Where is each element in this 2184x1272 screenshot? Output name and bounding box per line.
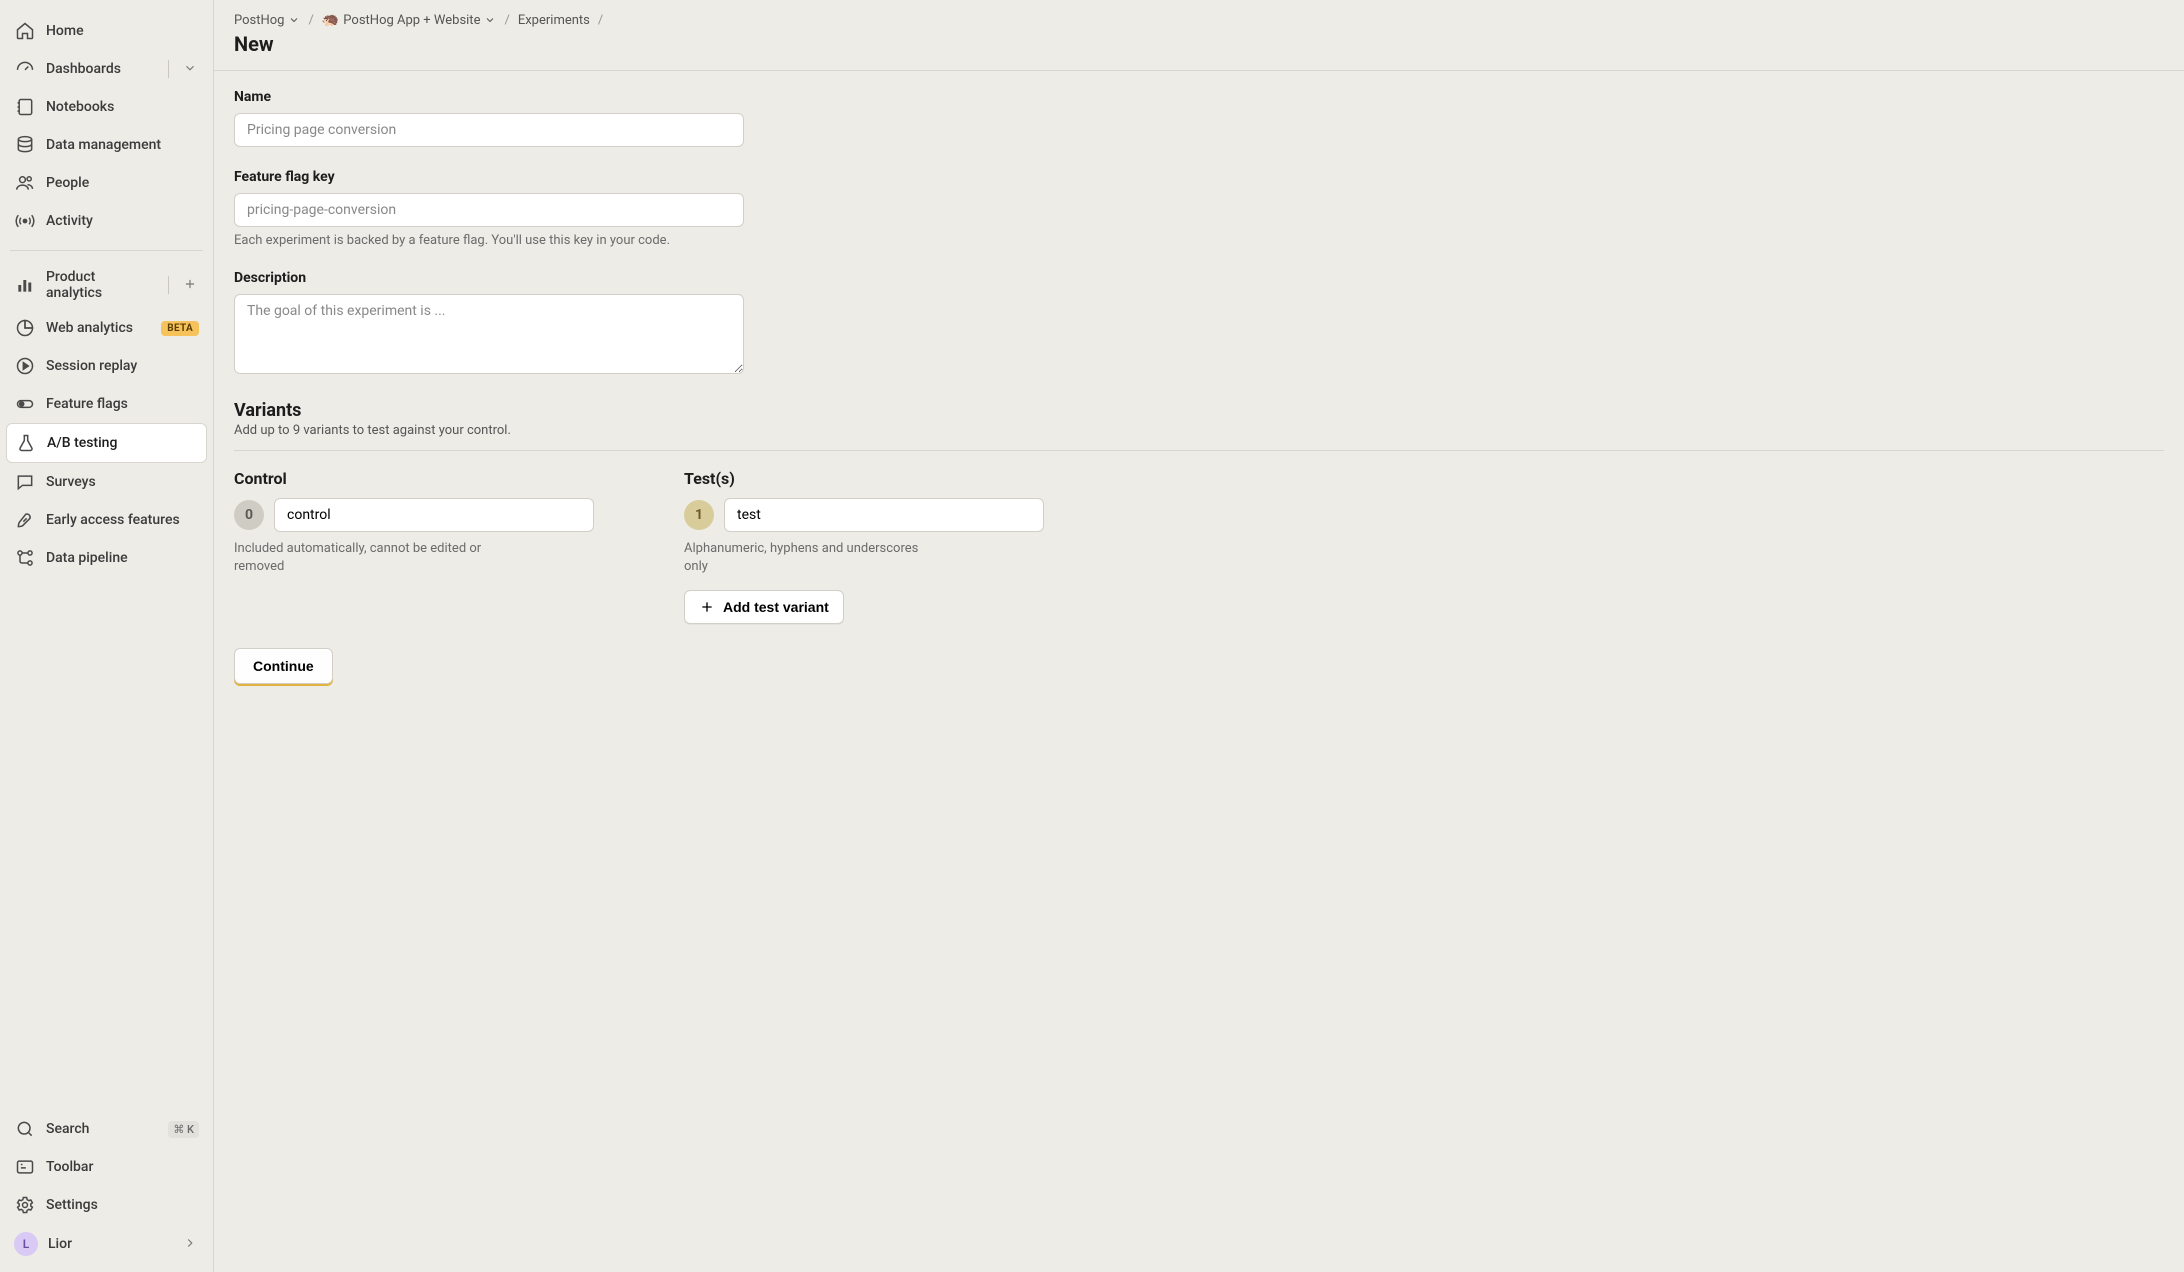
description-input[interactable] (234, 294, 744, 374)
plus-icon[interactable] (183, 277, 199, 293)
flask-icon (15, 432, 37, 454)
sidebar-item-label: Search (46, 1121, 158, 1137)
home-icon (14, 20, 36, 42)
live-icon (14, 210, 36, 232)
content: Name Feature flag key Each experiment is… (214, 71, 2184, 724)
sidebar: Home Dashboards Notebooks Data managemen… (0, 0, 214, 1272)
sidebar-item-feature-flags[interactable]: Feature flags (6, 385, 207, 423)
database-icon (14, 134, 36, 156)
gear-icon (14, 1194, 36, 1216)
pie-chart-icon (14, 317, 36, 339)
sidebar-item-notebooks[interactable]: Notebooks (6, 88, 207, 126)
sidebar-item-label: Notebooks (46, 99, 199, 115)
sidebar-item-early-access[interactable]: Early access features (6, 501, 207, 539)
toggle-icon (14, 393, 36, 415)
feature-flag-key-help: Each experiment is backed by a feature f… (234, 233, 974, 248)
sidebar-item-toolbar[interactable]: Toolbar (6, 1148, 207, 1186)
breadcrumb: PostHog / 🦔 PostHog App + Website / Expe… (234, 12, 2164, 28)
sidebar-item-data-pipeline[interactable]: Data pipeline (6, 539, 207, 577)
toolbar-icon (14, 1156, 36, 1178)
sidebar-item-label: A/B testing (47, 435, 198, 451)
test-badge: 1 (684, 500, 714, 530)
sidebar-item-product-analytics[interactable]: Product analytics (6, 261, 207, 309)
chevron-down-icon[interactable] (183, 61, 199, 77)
sidebar-item-web-analytics[interactable]: Web analytics BETA (6, 309, 207, 347)
bar-chart-icon (14, 274, 36, 296)
sidebar-item-user[interactable]: L Lior (6, 1224, 207, 1264)
sidebar-item-dashboards[interactable]: Dashboards (6, 50, 207, 88)
control-column: Control 0 Included automatically, cannot… (234, 469, 594, 624)
crumb-posthog[interactable]: PostHog (234, 13, 300, 28)
sidebar-item-people[interactable]: People (6, 164, 207, 202)
hedgehog-icon: 🦔 (322, 12, 339, 28)
sidebar-item-label: People (46, 175, 199, 191)
people-icon (14, 172, 36, 194)
control-badge: 0 (234, 500, 264, 530)
sidebar-item-label: Surveys (46, 474, 199, 490)
sidebar-item-label: Activity (46, 213, 199, 229)
beta-badge: BETA (161, 321, 199, 336)
chat-icon (14, 471, 36, 493)
gauge-icon (14, 58, 36, 80)
avatar: L (14, 1232, 38, 1256)
feature-flag-key-input[interactable] (234, 193, 744, 227)
crumb-project[interactable]: 🦔 PostHog App + Website (322, 12, 497, 28)
main: PostHog / 🦔 PostHog App + Website / Expe… (214, 0, 2184, 1272)
sidebar-item-label: Early access features (46, 512, 199, 528)
sidebar-item-label: Settings (46, 1197, 199, 1213)
feature-flag-key-label: Feature flag key (234, 169, 974, 185)
sidebar-item-home[interactable]: Home (6, 12, 207, 50)
test-help: Alphanumeric, hyphens and underscores on… (684, 540, 944, 576)
sidebar-item-session-replay[interactable]: Session replay (6, 347, 207, 385)
sidebar-item-label: Feature flags (46, 396, 199, 412)
replay-icon (14, 355, 36, 377)
sidebar-item-search[interactable]: Search ⌘ K (6, 1110, 207, 1148)
sidebar-item-label: Session replay (46, 358, 199, 374)
sidebar-item-label: Web analytics (46, 320, 151, 336)
sidebar-item-label: Dashboards (46, 61, 154, 77)
page-title: New (234, 32, 2164, 56)
sidebar-item-label: Data management (46, 137, 199, 153)
tests-column: Test(s) 1 Alphanumeric, hyphens and unde… (684, 469, 1044, 624)
chevron-down-icon (288, 14, 300, 26)
sidebar-item-label: Home (46, 23, 199, 39)
add-test-variant-button[interactable]: Add test variant (684, 590, 844, 624)
control-help: Included automatically, cannot be edited… (234, 540, 494, 576)
variants-subtitle: Add up to 9 variants to test against you… (234, 423, 2164, 438)
rocket-icon (14, 509, 36, 531)
control-input (274, 498, 594, 532)
test-input[interactable] (724, 498, 1044, 532)
sidebar-item-label: Data pipeline (46, 550, 199, 566)
pipeline-icon (14, 547, 36, 569)
sidebar-item-activity[interactable]: Activity (6, 202, 207, 240)
name-input[interactable] (234, 113, 744, 147)
control-heading: Control (234, 469, 594, 488)
name-label: Name (234, 89, 974, 105)
chevron-down-icon (484, 14, 496, 26)
sidebar-item-label: Toolbar (46, 1159, 199, 1175)
chevron-right-icon (183, 1236, 199, 1252)
description-label: Description (234, 270, 974, 286)
continue-button[interactable]: Continue (234, 648, 333, 684)
sidebar-item-surveys[interactable]: Surveys (6, 463, 207, 501)
sidebar-item-ab-testing[interactable]: A/B testing (6, 423, 207, 463)
header: PostHog / 🦔 PostHog App + Website / Expe… (214, 0, 2184, 71)
sidebar-item-label: Product analytics (46, 269, 154, 301)
tests-heading: Test(s) (684, 469, 1044, 488)
search-icon (14, 1118, 36, 1140)
crumb-experiments[interactable]: Experiments (518, 13, 590, 28)
search-shortcut: ⌘ K (168, 1121, 199, 1138)
variants-title: Variants (234, 400, 2164, 421)
sidebar-item-data-management[interactable]: Data management (6, 126, 207, 164)
sidebar-item-settings[interactable]: Settings (6, 1186, 207, 1224)
plus-icon (699, 599, 715, 615)
notebook-icon (14, 96, 36, 118)
user-name: Lior (48, 1236, 173, 1252)
